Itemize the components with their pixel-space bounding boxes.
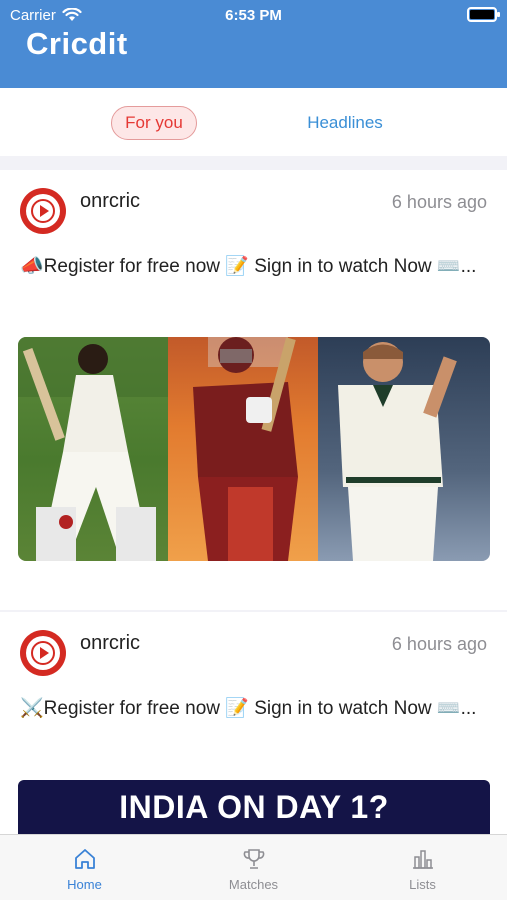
tab-for-you[interactable]: For you bbox=[111, 106, 197, 140]
post-text[interactable]: ⚔️Register for free now 📝 Sign in to wat… bbox=[20, 696, 490, 722]
avatar[interactable] bbox=[20, 188, 66, 234]
cricket-ball-icon bbox=[31, 199, 55, 223]
post-timestamp: 6 hours ago bbox=[391, 192, 487, 212]
app-title: Cricdit bbox=[26, 26, 128, 61]
post-image[interactable] bbox=[18, 337, 490, 561]
home-icon bbox=[74, 849, 95, 869]
player-photo bbox=[168, 337, 318, 561]
tab-matches-label: Matches bbox=[228, 877, 279, 892]
status-time: 6:53 PM bbox=[225, 6, 282, 24]
feed-tabs: For you Headlines bbox=[0, 88, 507, 156]
app-header: Carrier 6:53 PM Cricdit bbox=[0, 0, 507, 88]
post-username[interactable]: onrcric bbox=[80, 632, 140, 655]
tab-home[interactable]: Home bbox=[0, 835, 169, 900]
tab-lists[interactable]: Lists bbox=[338, 835, 507, 900]
player-photo bbox=[318, 337, 490, 561]
tab-headlines[interactable]: Headlines bbox=[295, 106, 395, 140]
post-image-banner[interactable]: INDIA ON DAY 1? bbox=[18, 780, 490, 834]
cricket-ball-icon bbox=[31, 641, 55, 665]
tab-lists-label: Lists bbox=[409, 877, 436, 892]
post-card[interactable]: onrcric 6 hours ago ⚔️Register for free … bbox=[0, 612, 507, 834]
post-card[interactable]: onrcric 6 hours ago 📣Register for free n… bbox=[0, 170, 507, 610]
bottom-tab-bar: Home Matches Lists bbox=[0, 834, 507, 900]
post-timestamp: 6 hours ago bbox=[391, 634, 487, 654]
player-photo bbox=[18, 337, 168, 561]
tab-home-label: Home bbox=[67, 877, 102, 892]
tab-matches[interactable]: Matches bbox=[169, 835, 338, 900]
battery-icon bbox=[467, 7, 500, 22]
avatar[interactable] bbox=[20, 630, 66, 676]
post-username[interactable]: onrcric bbox=[80, 190, 140, 213]
list-icon bbox=[412, 850, 433, 869]
trophy-icon bbox=[243, 849, 264, 869]
post-text[interactable]: 📣Register for free now 📝 Sign in to watc… bbox=[20, 254, 490, 280]
status-bar: Carrier 6:53 PM bbox=[10, 4, 500, 26]
